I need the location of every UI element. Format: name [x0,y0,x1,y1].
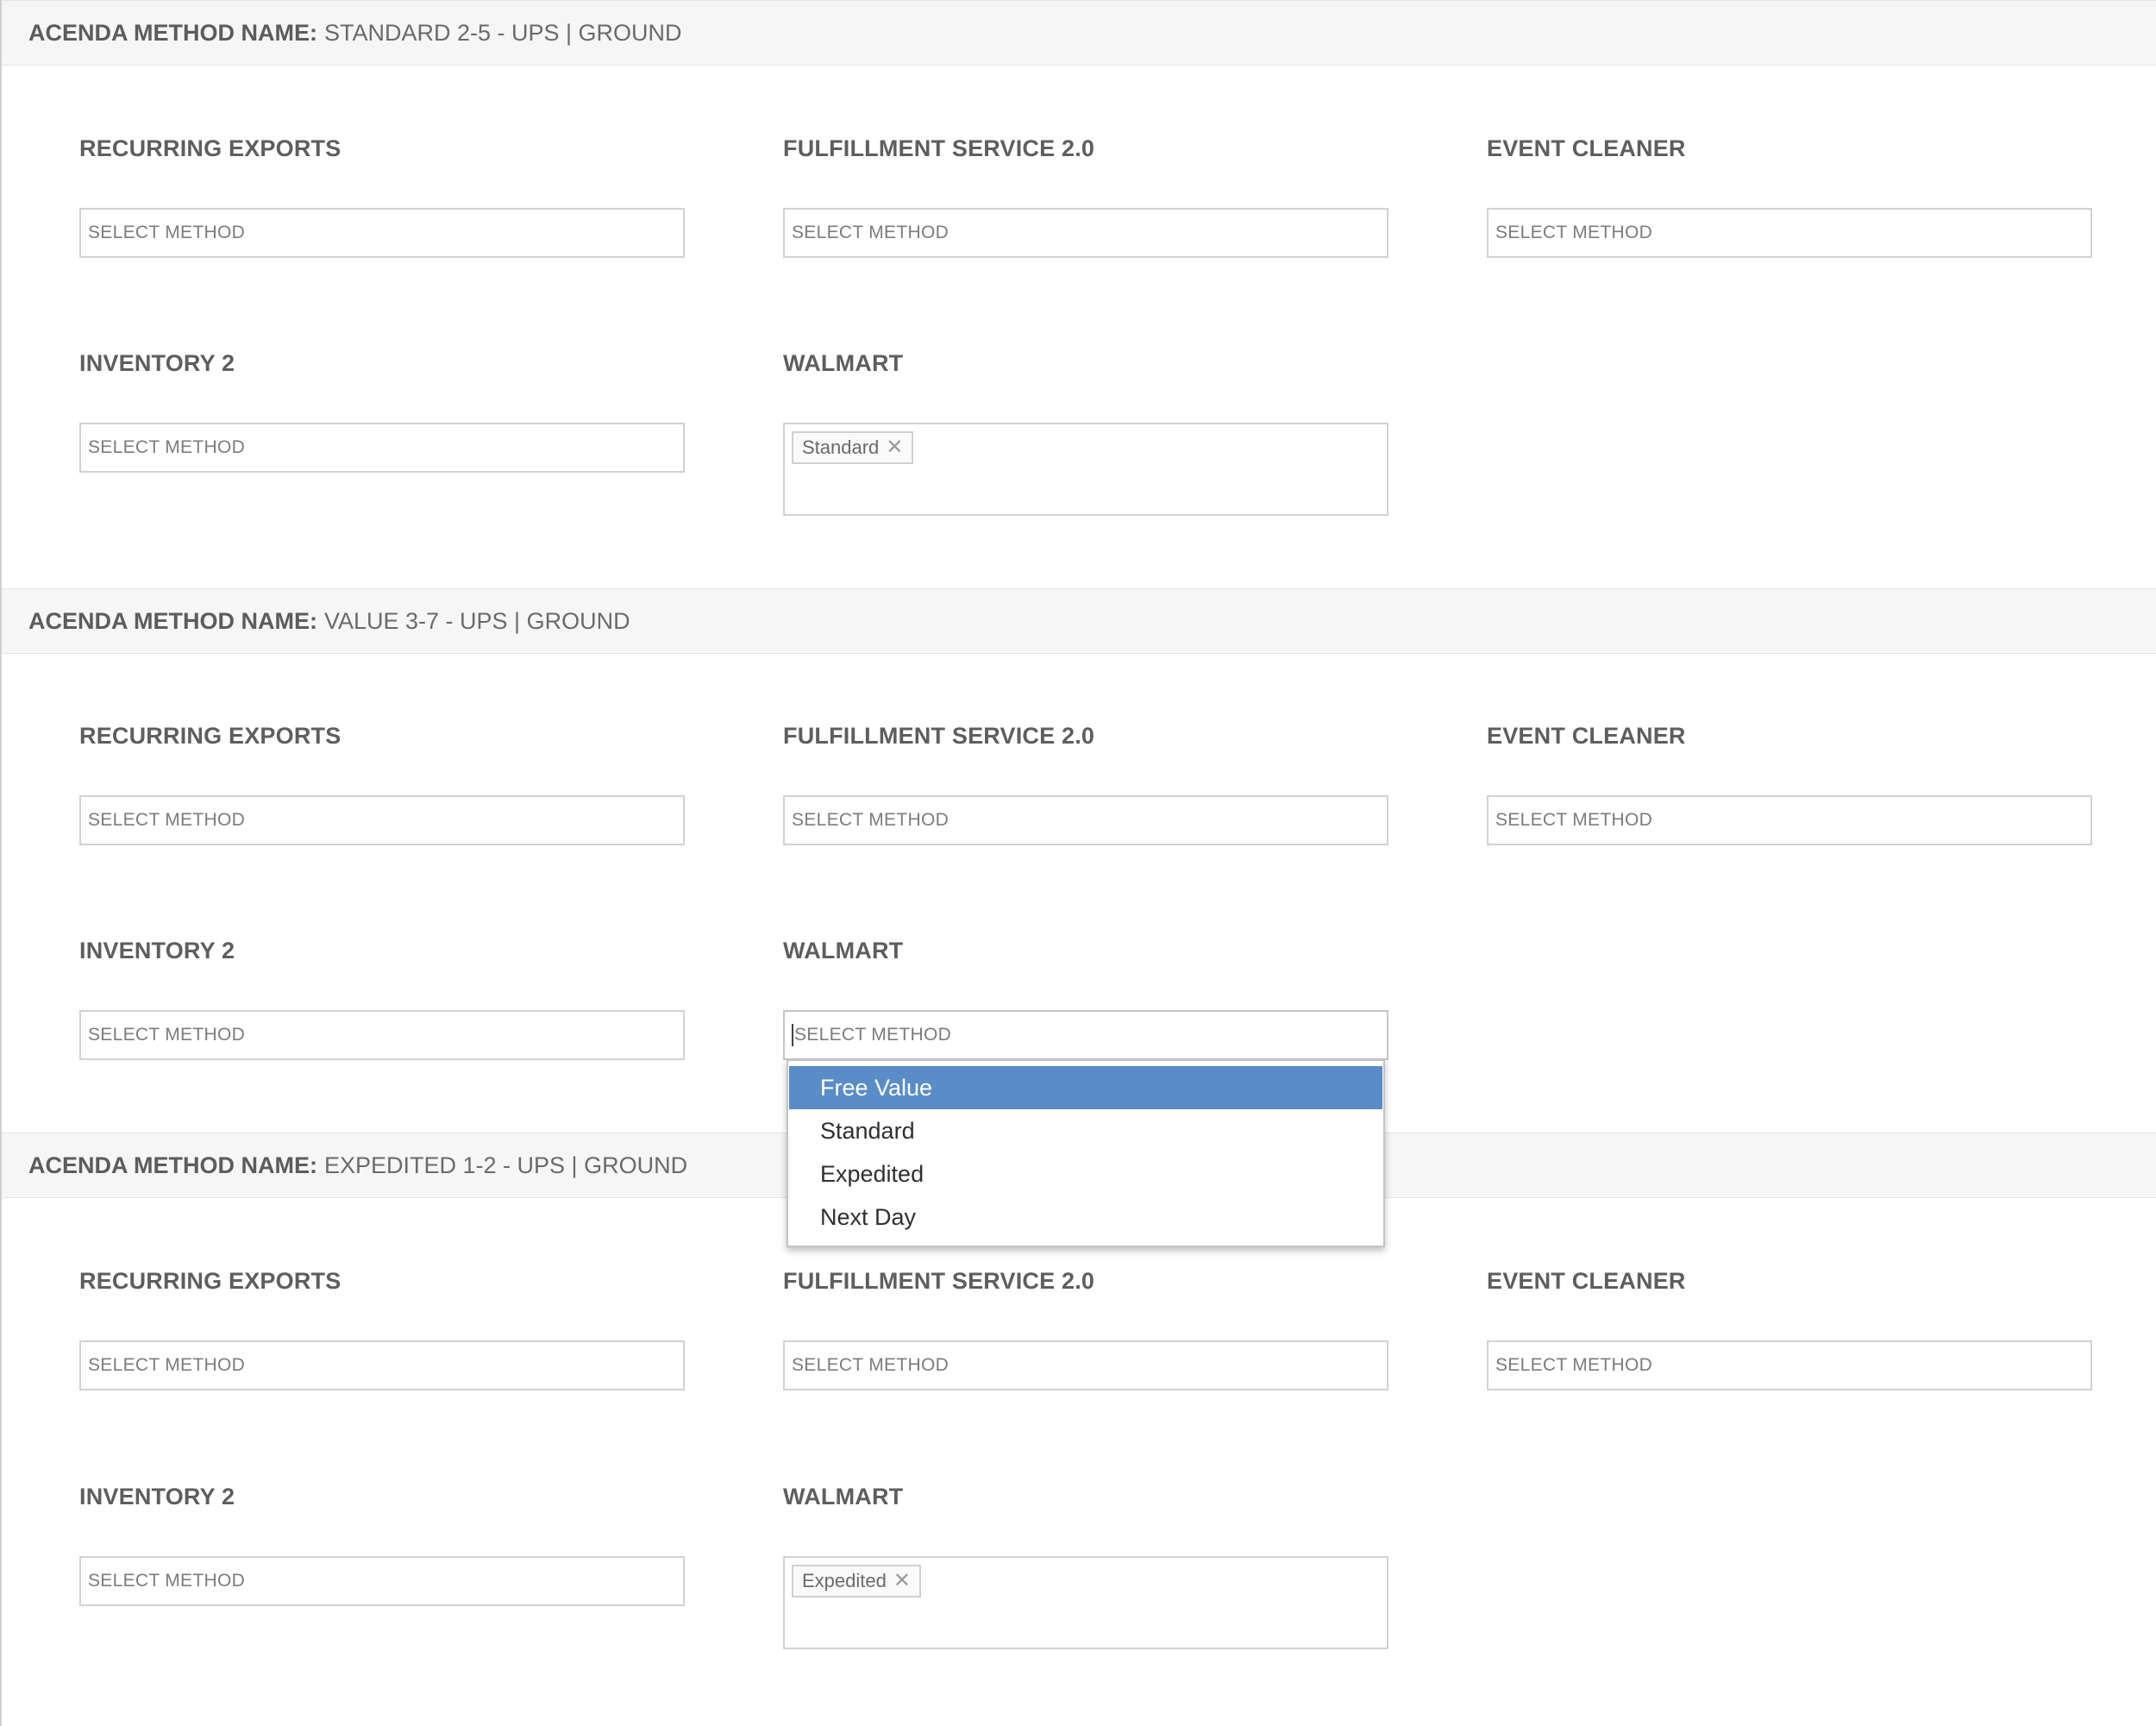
select-placeholder: SELECT METHOD [792,223,950,242]
select-recurring-exports[interactable]: SELECT METHOD [79,208,685,258]
section-header-prefix: ACENDA METHOD NAME: [28,19,317,46]
section-method-name: VALUE 3-7 - UPS | GROUND [323,607,630,634]
select-placeholder: SELECT METHOD [88,1355,246,1375]
select-recurring-exports[interactable]: SELECT METHOD [79,1340,685,1390]
section-header-standard: ACENDA METHOD NAME: STANDARD 2-5 - UPS |… [2,0,2156,66]
label-walmart: WALMART [783,350,904,376]
select-fulfillment-service[interactable]: SELECT METHOD [783,208,1388,258]
select-placeholder: SELECT METHOD [88,1025,246,1045]
section-header-prefix: ACENDA METHOD NAME: [28,607,317,634]
select-fulfillment-service[interactable]: SELECT METHOD [783,795,1388,845]
label-recurring-exports: RECURRING EXPORTS [79,1268,342,1294]
label-inventory: INVENTORY 2 [79,938,235,963]
label-recurring-exports: RECURRING EXPORTS [79,723,342,749]
select-placeholder: SELECT METHOD [792,1355,950,1375]
text-cursor [792,1024,793,1046]
label-walmart: WALMART [783,938,904,963]
shipping-method-mapping-page: ACENDA METHOD NAME: STANDARD 2-5 - UPS |… [0,0,2156,1726]
select-walmart[interactable]: Standard ✕ [783,423,1388,516]
section-method-name: STANDARD 2-5 - UPS | GROUND [323,19,682,46]
select-recurring-exports[interactable]: SELECT METHOD [79,795,685,845]
section-header-value: ACENDA METHOD NAME: VALUE 3-7 - UPS | GR… [2,588,2156,654]
dropdown-option-standard[interactable]: Standard [789,1109,1382,1152]
tag-label: Expedited [802,1570,887,1591]
section-method-name: EXPEDITED 1-2 - UPS | GROUND [323,1152,688,1178]
close-icon[interactable]: ✕ [886,437,903,458]
label-fulfillment-service: FULFILLMENT SERVICE 2.0 [783,1268,1095,1294]
dropdown-option-free-value[interactable]: Free Value [789,1066,1382,1109]
select-inventory[interactable]: SELECT METHOD [79,423,685,473]
select-walmart-open[interactable]: SELECT METHOD [783,1010,1388,1060]
label-event-cleaner: EVENT CLEANER [1487,135,1686,161]
tag-label: Standard [802,436,880,458]
select-event-cleaner[interactable]: SELECT METHOD [1487,795,2092,845]
select-placeholder: SELECT METHOD [88,223,246,242]
select-placeholder: SELECT METHOD [88,437,246,457]
dropdown-option-expedited[interactable]: Expedited [789,1152,1382,1196]
select-placeholder: SELECT METHOD [1495,1355,1653,1375]
label-fulfillment-service: FULFILLMENT SERVICE 2.0 [783,135,1095,161]
select-placeholder: SELECT METHOD [794,1025,952,1045]
select-placeholder: SELECT METHOD [1495,810,1653,830]
close-icon[interactable]: ✕ [893,1571,911,1591]
select-walmart[interactable]: Expedited ✕ [783,1556,1388,1649]
label-event-cleaner: EVENT CLEANER [1487,1268,1686,1294]
selected-tag: Standard ✕ [792,431,914,464]
walmart-method-dropdown: Free Value Standard Expedited Next Day [787,1059,1385,1247]
label-inventory: INVENTORY 2 [79,1484,235,1509]
select-placeholder: SELECT METHOD [1495,223,1653,242]
select-event-cleaner[interactable]: SELECT METHOD [1487,208,2092,258]
label-walmart: WALMART [783,1484,904,1509]
section-header-prefix: ACENDA METHOD NAME: [28,1152,317,1178]
select-placeholder: SELECT METHOD [88,810,246,830]
label-inventory: INVENTORY 2 [79,350,235,376]
label-fulfillment-service: FULFILLMENT SERVICE 2.0 [783,723,1095,749]
select-placeholder: SELECT METHOD [88,1571,246,1591]
select-inventory[interactable]: SELECT METHOD [79,1010,685,1060]
select-placeholder: SELECT METHOD [792,810,950,830]
label-recurring-exports: RECURRING EXPORTS [79,135,342,161]
select-fulfillment-service[interactable]: SELECT METHOD [783,1340,1388,1390]
select-inventory[interactable]: SELECT METHOD [79,1556,685,1606]
label-event-cleaner: EVENT CLEANER [1487,723,1686,749]
select-event-cleaner[interactable]: SELECT METHOD [1487,1340,2092,1390]
dropdown-option-next-day[interactable]: Next Day [789,1196,1382,1239]
selected-tag: Expedited ✕ [792,1565,921,1597]
